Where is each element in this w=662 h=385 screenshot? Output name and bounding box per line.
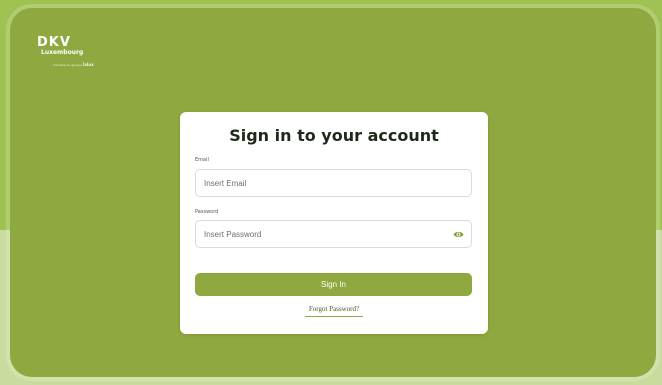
forgot-password-link[interactable]: Forgot Password?	[180, 305, 488, 317]
logo-tagline: membre du groupe lalux	[53, 62, 94, 67]
password-placeholder: Insert Password	[204, 229, 262, 239]
email-input[interactable]: Insert Email	[195, 169, 472, 197]
login-title: Sign in to your account	[229, 126, 439, 145]
sign-in-button[interactable]: Sign In	[195, 273, 472, 296]
logo-brand-name: DKV	[37, 35, 71, 50]
logo-region: Luxembourg	[41, 49, 84, 56]
email-placeholder: Insert Email	[204, 178, 247, 188]
logo-tagline-brand: lalux	[82, 62, 94, 67]
password-input[interactable]: Insert Password	[195, 220, 472, 248]
email-label: Email	[195, 157, 209, 163]
dkv-logo: DKV Luxembourg membre du groupe lalux	[37, 36, 94, 67]
eye-icon[interactable]	[453, 230, 464, 239]
password-label: Password	[195, 209, 219, 215]
login-card: Sign in to your account Email Insert Ema…	[180, 112, 488, 334]
forgot-password-text: Forgot Password?	[304, 305, 364, 317]
logo-tagline-prefix: membre du groupe	[53, 63, 82, 67]
